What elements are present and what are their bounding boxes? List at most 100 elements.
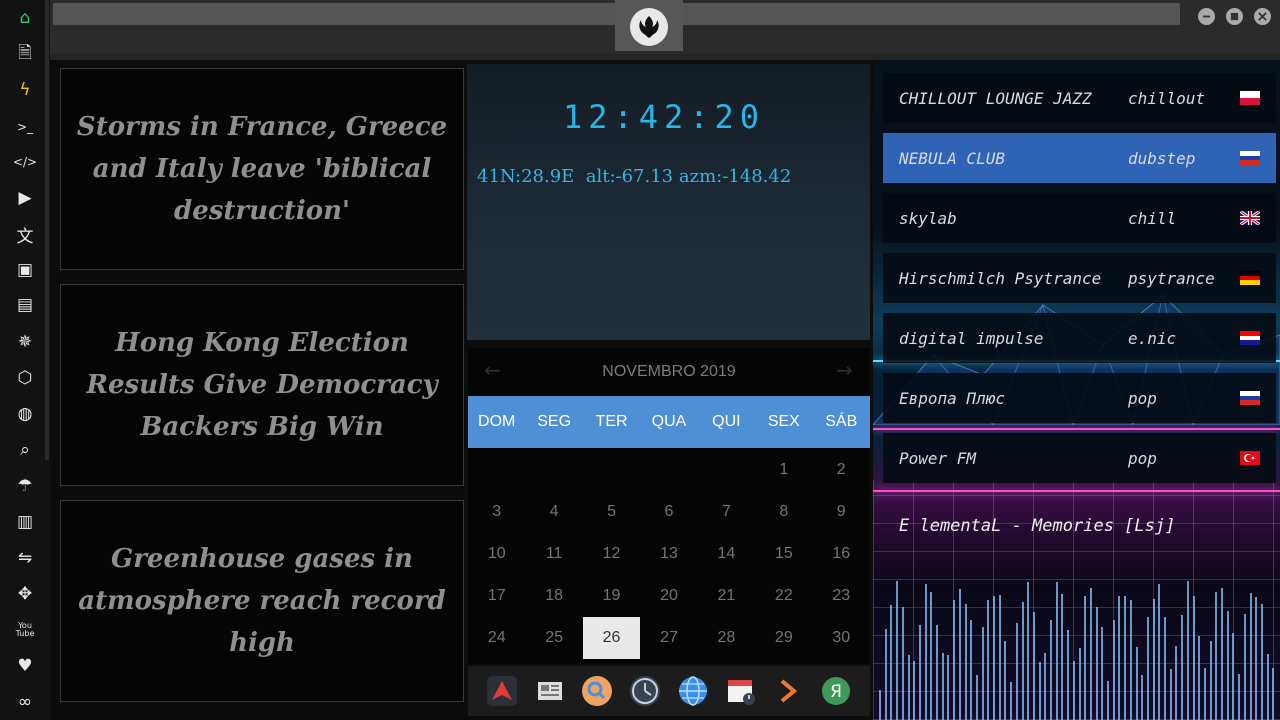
station-item[interactable]: Hirschmilch Psytrance psytrance bbox=[883, 253, 1276, 303]
lightning-icon[interactable]: ϟ bbox=[13, 78, 37, 102]
visualizer-bar bbox=[1152, 599, 1155, 720]
link-icon[interactable]: ∞ bbox=[13, 690, 37, 714]
newspaper-icon[interactable]: ▤ bbox=[13, 293, 37, 317]
visualizer-bar bbox=[1021, 601, 1024, 720]
calendar-day-today[interactable]: 26 bbox=[582, 617, 641, 659]
calendar-day[interactable]: 15 bbox=[755, 533, 812, 575]
calendar-day[interactable]: 14 bbox=[698, 533, 755, 575]
home-icon[interactable]: ⌂ bbox=[13, 6, 37, 30]
translate-icon[interactable]: 文 bbox=[13, 222, 37, 247]
aperture-icon[interactable]: ✵ bbox=[13, 330, 37, 354]
calendar-day[interactable]: 27 bbox=[640, 617, 697, 659]
station-genre: pop bbox=[1128, 448, 1157, 468]
logo-tab[interactable] bbox=[615, 0, 683, 51]
calendar-day[interactable]: 28 bbox=[698, 617, 755, 659]
calendar-day[interactable]: 12 bbox=[583, 533, 640, 575]
calendar-day[interactable]: 17 bbox=[468, 575, 525, 617]
youtube-icon[interactable]: You Tube bbox=[13, 618, 37, 642]
play-icon[interactable]: ▶ bbox=[13, 186, 37, 210]
heart-icon[interactable]: ♥ bbox=[13, 654, 37, 678]
news-card[interactable]: Greenhouse gases in atmosphere reach rec… bbox=[60, 500, 464, 702]
visualizer-bar bbox=[1198, 636, 1201, 720]
calendar-day[interactable]: 3 bbox=[468, 491, 525, 533]
code-icon[interactable]: </> bbox=[13, 150, 37, 174]
station-genre: psytrance bbox=[1128, 268, 1215, 288]
sidebar-scrollbar[interactable] bbox=[45, 0, 49, 460]
station-item[interactable]: digital impulse e.nic bbox=[883, 313, 1276, 363]
document-icon[interactable]: 🗎 bbox=[13, 42, 37, 66]
calendar-day[interactable]: 16 bbox=[813, 533, 870, 575]
calendar-app-icon[interactable] bbox=[724, 674, 758, 708]
visualizer-bar bbox=[1010, 682, 1013, 720]
calendar-day[interactable]: 22 bbox=[755, 575, 812, 617]
news-reader-icon[interactable] bbox=[533, 674, 567, 708]
visualizer-bar bbox=[1169, 668, 1172, 720]
calendar-day[interactable]: 11 bbox=[525, 533, 582, 575]
weekday-label: SEX bbox=[767, 413, 800, 430]
visualizer-bar bbox=[970, 620, 973, 720]
visualizer-bar bbox=[1226, 610, 1229, 720]
search-app-icon[interactable] bbox=[580, 674, 614, 708]
search-icon[interactable]: ⌕ bbox=[13, 438, 37, 462]
calendar-day[interactable]: 29 bbox=[755, 617, 812, 659]
calendar-day[interactable]: 20 bbox=[640, 575, 697, 617]
calendar-day[interactable]: 6 bbox=[640, 491, 697, 533]
close-button[interactable] bbox=[1254, 8, 1271, 25]
calendar-day[interactable]: 2 bbox=[813, 449, 870, 491]
uk-flag-icon bbox=[1240, 211, 1260, 225]
station-item[interactable]: NEBULA CLUB dubstep bbox=[883, 133, 1276, 183]
browser-globe-icon[interactable] bbox=[676, 674, 710, 708]
visualizer-bar bbox=[1158, 583, 1161, 720]
clock-app-icon[interactable] bbox=[628, 674, 662, 708]
news-card[interactable]: Storms in France, Greece and Italy leave… bbox=[60, 68, 464, 270]
terminal-icon[interactable]: >_ bbox=[13, 115, 37, 139]
news-card[interactable]: Hong Kong Election Results Give Democrac… bbox=[60, 284, 464, 486]
minimize-button[interactable] bbox=[1198, 8, 1215, 25]
calendar-day[interactable]: 13 bbox=[640, 533, 697, 575]
russia-flag-icon bbox=[1240, 391, 1260, 405]
calendar-day[interactable]: 30 bbox=[813, 617, 870, 659]
visualizer-bar bbox=[1124, 596, 1127, 720]
arch-icon[interactable] bbox=[485, 674, 519, 708]
calendar-day[interactable]: 10 bbox=[468, 533, 525, 575]
station-item[interactable]: skylab chill bbox=[883, 193, 1276, 243]
swap-icon[interactable]: ⇋ bbox=[13, 546, 37, 570]
calendar-day[interactable]: 8 bbox=[755, 491, 812, 533]
visualizer-bar bbox=[1249, 593, 1252, 720]
calendar-day[interactable]: 9 bbox=[813, 491, 870, 533]
visualizer-bar bbox=[1089, 588, 1092, 720]
calendar-day[interactable]: 21 bbox=[698, 575, 755, 617]
calendar-day[interactable]: 19 bbox=[583, 575, 640, 617]
calendar-day[interactable]: 7 bbox=[698, 491, 755, 533]
station-item[interactable]: Европа Плюс pop bbox=[883, 373, 1276, 423]
calendar-day[interactable]: 18 bbox=[525, 575, 582, 617]
station-item[interactable]: Power FM pop bbox=[883, 433, 1276, 483]
calendar-day[interactable]: 23 bbox=[813, 575, 870, 617]
maximize-button[interactable] bbox=[1226, 8, 1243, 25]
visualizer-bar bbox=[918, 625, 921, 720]
hexagon-icon[interactable]: ⬡ bbox=[13, 366, 37, 390]
globe-icon[interactable]: ◍ bbox=[13, 402, 37, 426]
calendar-day[interactable]: 25 bbox=[525, 617, 582, 659]
calendar-day[interactable]: 24 bbox=[468, 617, 525, 659]
calendar-day bbox=[698, 449, 755, 491]
image-icon[interactable]: ▣ bbox=[13, 258, 37, 282]
visualizer-bar bbox=[1164, 617, 1166, 720]
contacts-icon[interactable]: ▥ bbox=[13, 510, 37, 534]
calendar-day[interactable]: 5 bbox=[583, 491, 640, 533]
calendar-day[interactable]: 1 bbox=[755, 449, 812, 491]
umbrella-icon[interactable]: ☂ bbox=[13, 474, 37, 498]
arrow-app-icon[interactable] bbox=[771, 674, 805, 708]
next-month-button[interactable]: → bbox=[836, 358, 853, 382]
expand-icon[interactable]: ✥ bbox=[13, 582, 37, 606]
station-item[interactable]: CHILLOUT LOUNGE JAZZ chillout bbox=[883, 73, 1276, 123]
visualizer-bar bbox=[1038, 661, 1041, 720]
calendar-day[interactable]: 4 bbox=[525, 491, 582, 533]
news-headline: Hong Kong Election Results Give Democrac… bbox=[86, 328, 438, 442]
visualizer-bar bbox=[913, 660, 916, 720]
visualizer-bar bbox=[924, 584, 927, 720]
yandex-icon[interactable]: Я bbox=[819, 674, 853, 708]
visualizer-bar bbox=[975, 675, 978, 720]
station-name: Европа Плюс bbox=[899, 388, 1005, 408]
visualizer-bar bbox=[1004, 640, 1007, 720]
